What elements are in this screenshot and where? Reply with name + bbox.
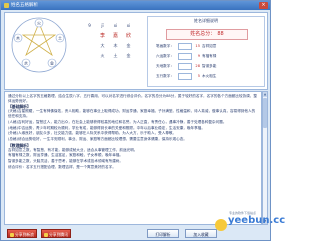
grid-cell: 火 xyxy=(100,53,105,58)
grid-cell: 金 xyxy=(126,43,131,48)
analysis-paragraph: (外格)人缘良好，朋友众多，社交能力强，能够在人际关系中获得帮助。为人大方，乐于… xyxy=(8,131,177,136)
grid-cell: 木 xyxy=(113,43,118,48)
close-button[interactable]: × xyxy=(259,2,268,9)
stat-label: 笔画数字： xyxy=(156,44,174,48)
stat-row: 笔画数字： 15 吉祥如意 xyxy=(156,42,260,50)
analysis-paragraph: (地格)中吉运势，青少年时期较为顺利，学业有成，能够得到长辈的关爱和照顾。中年以… xyxy=(8,125,205,130)
share-icon xyxy=(44,233,48,237)
detail-heading: 姓名详细说明 xyxy=(194,18,218,23)
grid-cell xyxy=(83,41,96,51)
stat-value: 9 xyxy=(197,54,200,58)
wheel-label-water: 水 xyxy=(24,60,28,66)
wheel-graphic: 火 土 金 水 木 xyxy=(11,17,67,73)
stat-row: 天地数字： 28 智谋多能 xyxy=(156,62,260,70)
share-icon xyxy=(10,233,14,237)
scroll-up-icon[interactable]: ▲ xyxy=(263,92,267,97)
score-value: 88 xyxy=(217,31,224,37)
app-icon xyxy=(4,3,9,8)
window-title: 姓名五格解析 xyxy=(11,3,38,8)
stat-desc: 木火相生 xyxy=(202,74,217,78)
stat-label: 六运数字： xyxy=(156,54,174,58)
analysis-paragraph: 通过分析以上名字的五格数理，结合生辰八字，五行喜用，可以对名字进行综合评价。名字… xyxy=(8,94,257,103)
stat-desc: 有福有禄 xyxy=(202,54,217,58)
share-qq-button[interactable]: 分享到腾讯 xyxy=(41,229,71,238)
title-bar[interactable]: 姓名五格解析 × xyxy=(1,1,270,10)
wheel-label-earth: 土 xyxy=(58,35,62,41)
grid-row-pinyin: 9 jī xi xi xyxy=(83,21,135,31)
grid-cell xyxy=(83,31,96,41)
grid-cell: 李 xyxy=(99,33,105,39)
grid-cell: 嘉 xyxy=(112,33,118,39)
analysis-text-area[interactable]: 通过分析以上名字的五格数理，结合生辰八字，五行喜用，可以对名字进行综合评价。名字… xyxy=(4,91,262,225)
analysis-paragraph: (总格)综合运势较好，一生平安顺利，事业、财运、家庭等方面都比较理想，需要注意身… xyxy=(8,136,187,141)
share-qq-label: 分享到腾讯 xyxy=(49,232,68,237)
grid-cell: xi xyxy=(113,23,118,28)
grid-cell: 欣 xyxy=(125,33,131,39)
stat-row: 六运数字： 9 有福有禄 xyxy=(156,52,260,60)
wheel-label-wood: 木 xyxy=(16,35,20,41)
name-detail-box: 姓名详细说明 姓名总分： 88 笔画数字： 15 吉祥如意 六运数字： 9 有福有禄 天地… xyxy=(147,16,265,87)
share-sina-label: 分享到新浪 xyxy=(15,232,34,237)
watermark-logo xyxy=(215,219,227,231)
stat-value: 15 xyxy=(195,44,200,48)
grid-cell: 金 xyxy=(126,53,131,58)
analysis-content: 通过分析以上名字的五格数理，结合生辰八字，五行喜用，可以对名字进行综合评价。名字… xyxy=(8,94,258,170)
analysis-paragraph: 综合评价：名字五行搭配合理，数理吉祥，是一个寓意美好的名字。 xyxy=(8,164,116,169)
stat-box xyxy=(178,72,192,80)
grid-cell: xi xyxy=(126,23,131,28)
grid-row-element: 大 木 金 xyxy=(83,41,135,51)
name-grid: 9 jī xi xi 李 嘉 欣 大 木 金 火 土 金 xyxy=(83,21,135,61)
stat-desc: 吉祥如意 xyxy=(202,44,217,48)
grid-row-name: 李 嘉 欣 xyxy=(83,31,135,41)
total-score: 姓名总分： 88 xyxy=(166,29,248,40)
score-label: 姓名总分： xyxy=(190,31,216,37)
stat-value: 28 xyxy=(195,64,200,68)
watermark-text: yeebun.cc xyxy=(228,215,286,226)
share-sina-button[interactable]: 分享到新浪 xyxy=(7,229,37,238)
analysis-paragraph: 吉祥如意之数，有智慧，有才能，能够成就大业，适合从事管理工作，前途光明。 xyxy=(8,147,138,152)
five-elements-wheel: 火 土 金 水 木 xyxy=(9,15,69,75)
grid-cell: 9 xyxy=(88,23,91,28)
site-watermark: 专业的软件下载站点 yeebun.cc xyxy=(215,211,285,241)
grid-row-element2: 火 土 金 xyxy=(83,51,135,61)
stat-box xyxy=(178,62,192,70)
grid-cell: 土 xyxy=(113,53,118,58)
app-window: 姓名五格解析 × 火 土 金 水 木 9 jī xi xi 李 嘉 欣 大 木 … xyxy=(0,0,285,241)
wheel-label-fire: 火 xyxy=(37,21,41,26)
stat-row: 五行数字： 5 木火相生 xyxy=(156,72,260,80)
stat-label: 五行数字： xyxy=(156,74,174,78)
vertical-scrollbar[interactable]: ▲ ▼ xyxy=(262,91,268,225)
stat-desc: 智谋多能 xyxy=(202,64,217,68)
favorite-button[interactable]: 加入收藏 xyxy=(185,229,217,238)
stat-box xyxy=(178,42,192,50)
analysis-paragraph: 智谋多能之数，头脑灵活，善于思考，能够在学术或技术领域有所建树。 xyxy=(8,159,123,164)
analysis-paragraph: (人格)吉利好运，智慧过人，能力出众，在社会上能够获得较高的地位和名誉。为人正直… xyxy=(8,119,227,124)
grid-cell xyxy=(83,51,96,61)
analysis-paragraph: 有福有禄之数，财运亨通，生活富足，家庭和睦，子女孝顺，晚年幸福。 xyxy=(8,153,123,158)
grid-cell: jī xyxy=(101,23,104,28)
analysis-paragraph: (天格)吉星照耀，一生有神佛保佑，贵人相助，能够在事业上取得成功，财运亨通，家庭… xyxy=(8,109,256,119)
name-summary-panel: 火 土 金 水 木 9 jī xi xi 李 嘉 欣 大 木 金 火 土 金 姓… xyxy=(4,12,268,90)
print-button[interactable]: 打印解析 xyxy=(147,229,179,238)
scroll-thumb[interactable] xyxy=(263,98,267,128)
stat-value: 5 xyxy=(197,74,200,78)
stat-box xyxy=(178,52,192,60)
grid-cell: 大 xyxy=(100,43,105,48)
wheel-label-metal: 金 xyxy=(50,60,54,66)
stat-label: 天地数字： xyxy=(156,64,174,68)
